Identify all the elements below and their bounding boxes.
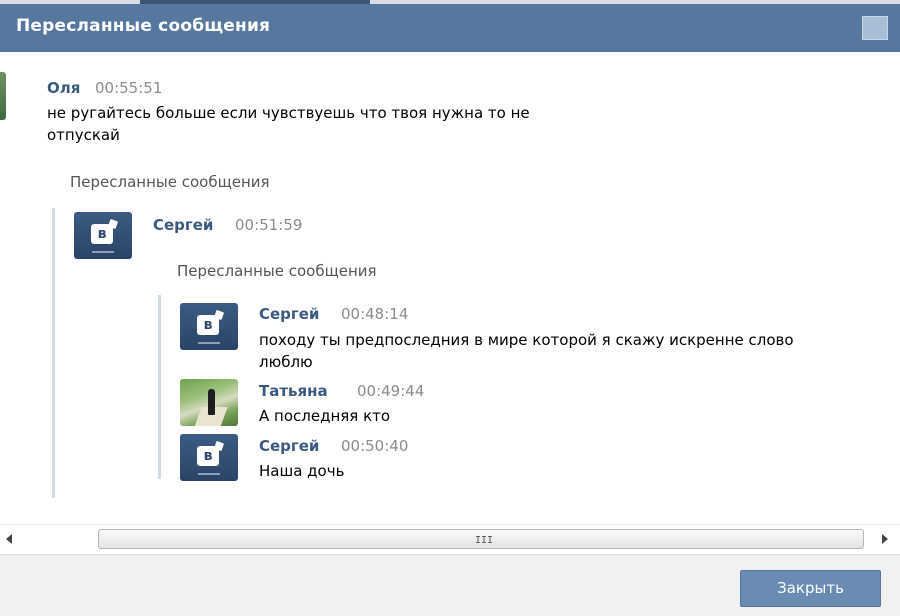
scroll-thumb[interactable]: III — [98, 529, 864, 549]
close-box-icon[interactable] — [862, 16, 888, 40]
dialog-footer: Закрыть — [0, 554, 900, 616]
nested-message-author[interactable]: Сергей — [259, 305, 319, 323]
vk-logo-underline — [92, 251, 114, 253]
vk-logo-glyph: в — [197, 315, 219, 335]
horizontal-scrollbar[interactable]: III — [0, 524, 900, 555]
nested-message-time[interactable]: 00:48:14 — [341, 305, 408, 323]
nested-message-text-line2: люблю — [259, 353, 313, 371]
message-text-line2: отпускай — [47, 126, 120, 144]
forward-quote-line — [52, 208, 55, 498]
nested-message-author[interactable]: Сергей — [259, 437, 319, 455]
vk-logo-icon[interactable]: в — [74, 212, 132, 259]
dialog-title: Пересланные сообщения — [16, 16, 271, 36]
nested-message-text-line1: Наша дочь — [259, 462, 345, 480]
vk-logo-icon[interactable]: в — [180, 434, 238, 481]
message-author[interactable]: Оля — [47, 79, 80, 97]
nested-message-text-line1: походу ты предпоследния в мире которой я… — [259, 331, 794, 349]
dialog-titlebar: Пересланные сообщения — [0, 4, 900, 52]
scroll-left-icon[interactable] — [6, 534, 12, 544]
nested-message-time[interactable]: 00:50:40 — [341, 437, 408, 455]
forwarded-label: Пересланные сообщения — [70, 173, 270, 191]
vk-logo-underline — [198, 342, 220, 344]
message-time[interactable]: 00:55:51 — [95, 79, 162, 97]
nested-message-text-line1: А последняя кто — [259, 407, 391, 425]
scroll-grip-icon: III — [475, 535, 494, 546]
scroll-right-icon[interactable] — [882, 534, 888, 544]
vk-logo-glyph: в — [197, 446, 219, 466]
photo-figure — [208, 389, 215, 415]
message-text-line1: не ругайтесь больше если чувствуешь что … — [47, 104, 530, 122]
vk-logo-underline — [198, 473, 220, 475]
close-button[interactable]: Закрыть — [740, 570, 881, 607]
nested-message-author[interactable]: Татьяна — [259, 382, 328, 400]
forwarded-author[interactable]: Сергей — [153, 216, 213, 234]
avatar[interactable] — [0, 72, 6, 120]
vk-logo-glyph: в — [91, 224, 113, 244]
vk-logo-icon[interactable]: в — [180, 303, 238, 350]
dialog-content: Оля 00:55:51 не ругайтесь больше если чу… — [0, 52, 900, 524]
nested-forward-quote-line — [158, 295, 161, 479]
user-photo[interactable] — [180, 379, 238, 426]
nested-message-time[interactable]: 00:49:44 — [357, 382, 424, 400]
forwarded-time[interactable]: 00:51:59 — [235, 216, 302, 234]
nested-forwarded-label: Пересланные сообщения — [177, 262, 377, 280]
